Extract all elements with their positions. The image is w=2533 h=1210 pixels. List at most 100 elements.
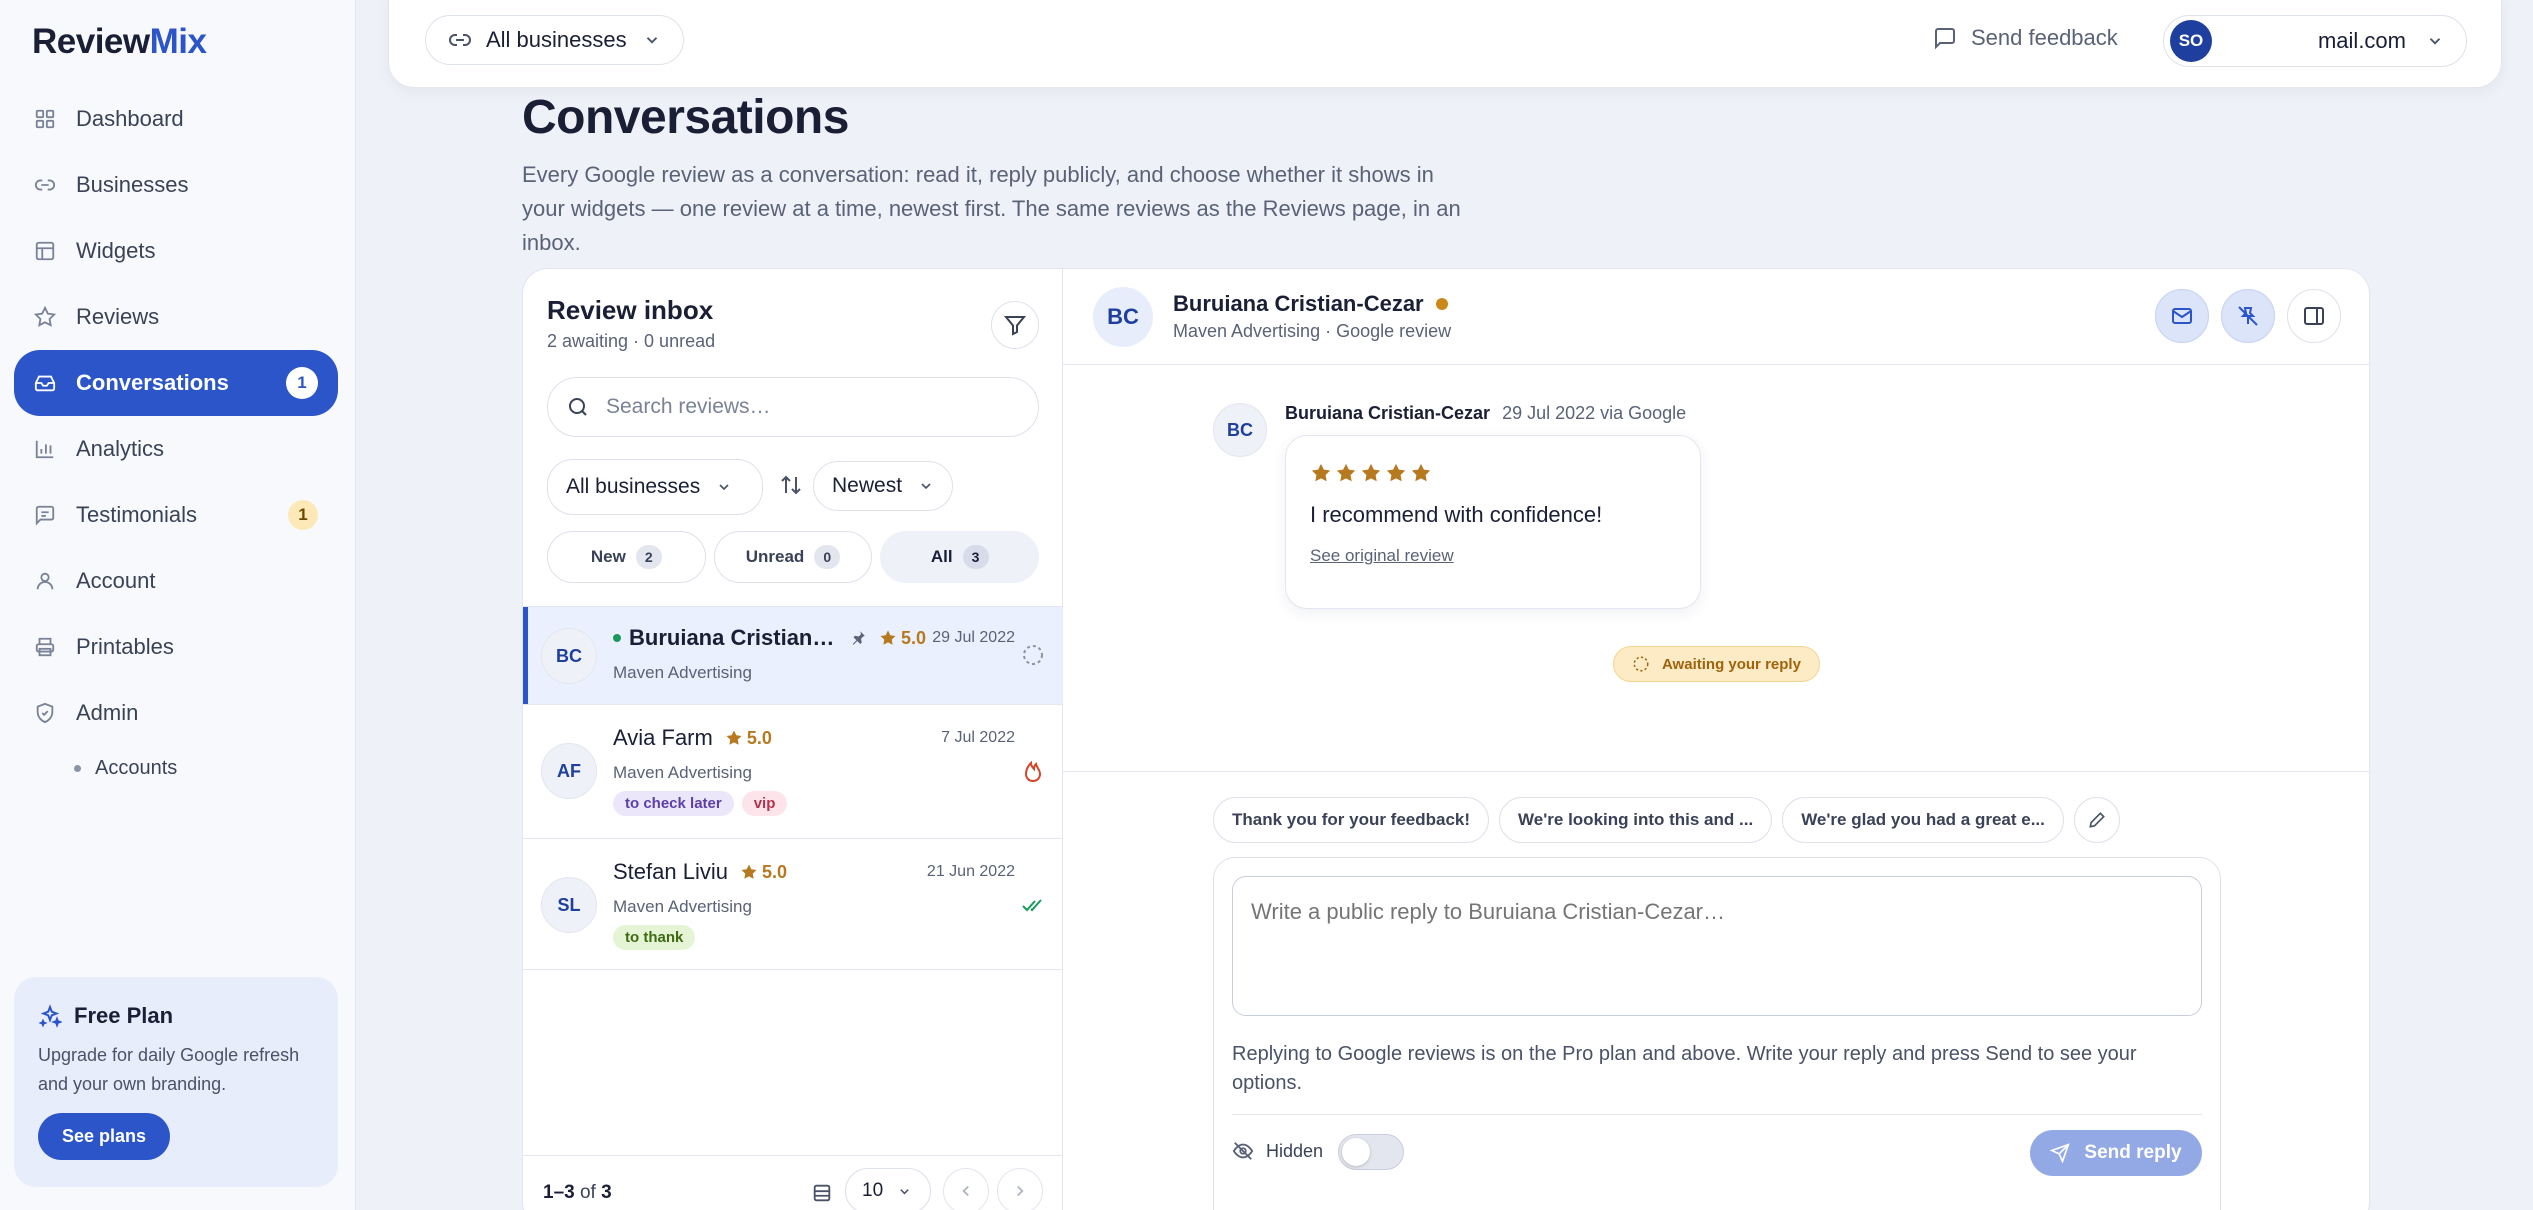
see-plans-button[interactable]: See plans — [38, 1113, 171, 1160]
chevron-left-icon — [962, 1185, 969, 1197]
avatar: AF — [541, 743, 597, 799]
list-item[interactable]: SL Stefan Liviu 5.0 21 Jun 2022 Maven Ad… — [523, 838, 1063, 970]
send-reply-button[interactable]: Send reply — [2030, 1130, 2202, 1176]
sidebar-subitem-label: Accounts — [95, 756, 178, 779]
plan-description: Upgrade for daily Google refresh and you… — [38, 1045, 300, 1094]
sidebar-item-widgets[interactable]: Widgets — [14, 218, 338, 284]
review-inbox: Review inbox 2 awaiting · 0 unread Searc… — [523, 269, 1063, 1210]
message-author: Buruiana Cristian-Cezar — [1285, 403, 1491, 423]
rating-value: 5.0 — [761, 861, 787, 882]
tag[interactable]: to thank — [613, 925, 696, 950]
plan-title-text: Free Plan — [74, 1003, 174, 1028]
prev-page-button[interactable] — [943, 1168, 989, 1210]
send-feedback-button[interactable]: Send feedback — [1933, 25, 2118, 51]
business-filter-label: All businesses — [566, 475, 701, 498]
reviewer-name: Buruiana Cristian-Cezar 5.0 — [613, 625, 926, 651]
pin-icon — [852, 631, 865, 645]
count-badge: 1 — [286, 367, 318, 399]
see-original-link[interactable]: See original review — [1310, 546, 1676, 566]
sidebar-item-label: Testimonials — [76, 502, 198, 527]
tab-all[interactable]: All 3 — [880, 531, 1040, 583]
bullet-dot — [74, 764, 81, 772]
sidebar-item-account[interactable]: Account — [14, 548, 338, 614]
reply-composer: Replying to Google reviews is on the Pro… — [1213, 857, 2221, 1210]
sidebar-item-reviews[interactable]: Reviews — [14, 284, 338, 350]
table-icon — [813, 1184, 831, 1202]
bar-chart-icon — [35, 440, 54, 459]
business-selector[interactable]: All businesses — [425, 15, 684, 65]
sparkles-icon — [38, 1004, 62, 1028]
avatar: SO — [2170, 20, 2212, 62]
page-description: Every Google review as a conversation: r… — [522, 162, 1461, 255]
sidebar-item-testimonials[interactable]: Testimonials 1 — [14, 482, 338, 548]
sidebar-item-label: Dashboard — [76, 106, 184, 131]
star-rating — [1310, 462, 1676, 484]
avatar: SL — [541, 877, 597, 933]
mark-unread-button[interactable] — [2155, 289, 2209, 343]
divider — [1063, 771, 2369, 772]
review-date: 29 Jul 2022 — [932, 629, 1015, 646]
edit-templates-button[interactable] — [2073, 797, 2120, 843]
tab-label: Unread — [745, 547, 805, 566]
sort-select[interactable]: Newest — [813, 461, 954, 511]
hidden-label: Hidden — [1232, 1140, 1323, 1162]
tab-unread[interactable]: Unread 0 — [713, 531, 873, 583]
quick-reply-chip[interactable]: Thank you for your feedback! — [1213, 797, 1490, 843]
star-icon — [34, 306, 56, 327]
inbox-tabs: New 2 Unread 0 All 3 — [547, 531, 1040, 583]
filter-button[interactable] — [991, 301, 1039, 349]
search-input[interactable]: Search reviews… — [547, 377, 1039, 437]
sidebar-item-analytics[interactable]: Analytics — [14, 416, 338, 482]
rating-value: 5.0 — [746, 727, 772, 748]
tag[interactable]: to check later — [613, 791, 734, 816]
send-reply-label: Send reply — [2084, 1142, 2182, 1163]
next-page-button[interactable] — [997, 1168, 1043, 1210]
star-icon — [1336, 463, 1356, 482]
sidebar-item-label: Printables — [76, 634, 174, 659]
quick-reply-chip[interactable]: We're glad you had a great e... — [1782, 797, 2064, 843]
sidebar-item-printables[interactable]: Printables — [14, 614, 338, 680]
review-list: BC Buruiana Cristian-Cezar 5.0 29 Jul 20… — [523, 606, 1063, 970]
page-title: Conversations — [522, 91, 849, 144]
per-page-select[interactable]: 10 — [845, 1168, 931, 1210]
sidebar-item-businesses[interactable]: Businesses — [14, 152, 338, 218]
user-menu[interactable]: SO mail.com — [2163, 15, 2467, 67]
chevron-down-icon — [646, 37, 657, 44]
list-item[interactable]: AF Avia Farm 5.0 7 Jul 2022 Maven Advert… — [523, 704, 1063, 838]
results-range: 1–3 of 3 — [543, 1182, 612, 1203]
unpin-button[interactable] — [2221, 289, 2275, 343]
tab-label: New — [590, 547, 626, 566]
tag[interactable]: vip — [741, 791, 788, 816]
sidebar-item-dashboard[interactable]: Dashboard — [14, 86, 338, 152]
status-text: Awaiting your reply — [1662, 655, 1801, 673]
avatar: BC — [1213, 403, 1267, 457]
message-square-icon — [35, 505, 55, 526]
tab-label: All — [930, 547, 953, 566]
grid-icon — [35, 109, 55, 129]
user-icon — [36, 572, 54, 590]
business-filter-select[interactable]: All businesses — [547, 459, 763, 515]
conversation-thread: BC Buruiana Cristian-Cezar Maven Adverti… — [1063, 269, 2369, 1210]
sort-icon[interactable] — [779, 473, 803, 497]
quick-reply-chip[interactable]: We're looking into this and ... — [1499, 797, 1773, 843]
business-name: Maven Advertising — [613, 763, 752, 782]
hidden-toggle[interactable] — [1338, 1134, 1404, 1170]
free-plan-card: Free Plan Upgrade for daily Google refre… — [14, 977, 338, 1187]
message-square-icon — [1935, 28, 1955, 50]
list-item[interactable]: BC Buruiana Cristian-Cezar 5.0 29 Jul 20… — [523, 606, 1063, 704]
app-logo[interactable]: ReviewMix — [32, 22, 207, 62]
rating: 5.0 — [725, 728, 772, 749]
reply-textarea[interactable] — [1232, 876, 2202, 1016]
thread-name-text: Buruiana Cristian-Cezar — [1173, 291, 1424, 316]
tab-new[interactable]: New 2 — [547, 531, 706, 583]
plan-title: Free Plan — [38, 1003, 314, 1029]
sidebar-item-conversations[interactable]: Conversations 1 — [14, 350, 338, 416]
sidebar-subitem-accounts[interactable]: Accounts — [14, 746, 338, 790]
thread-reviewer-name: Buruiana Cristian-Cezar — [1173, 291, 1448, 317]
message-meta: Buruiana Cristian-Cezar 29 Jul 2022 via G… — [1285, 403, 1686, 424]
printer-icon — [35, 637, 55, 657]
review-date: 7 Jul 2022 — [941, 729, 1015, 746]
sidebar-item-admin[interactable]: Admin — [14, 680, 338, 746]
chevron-down-icon — [900, 1188, 909, 1194]
toggle-sidebar-button[interactable] — [2287, 289, 2341, 343]
